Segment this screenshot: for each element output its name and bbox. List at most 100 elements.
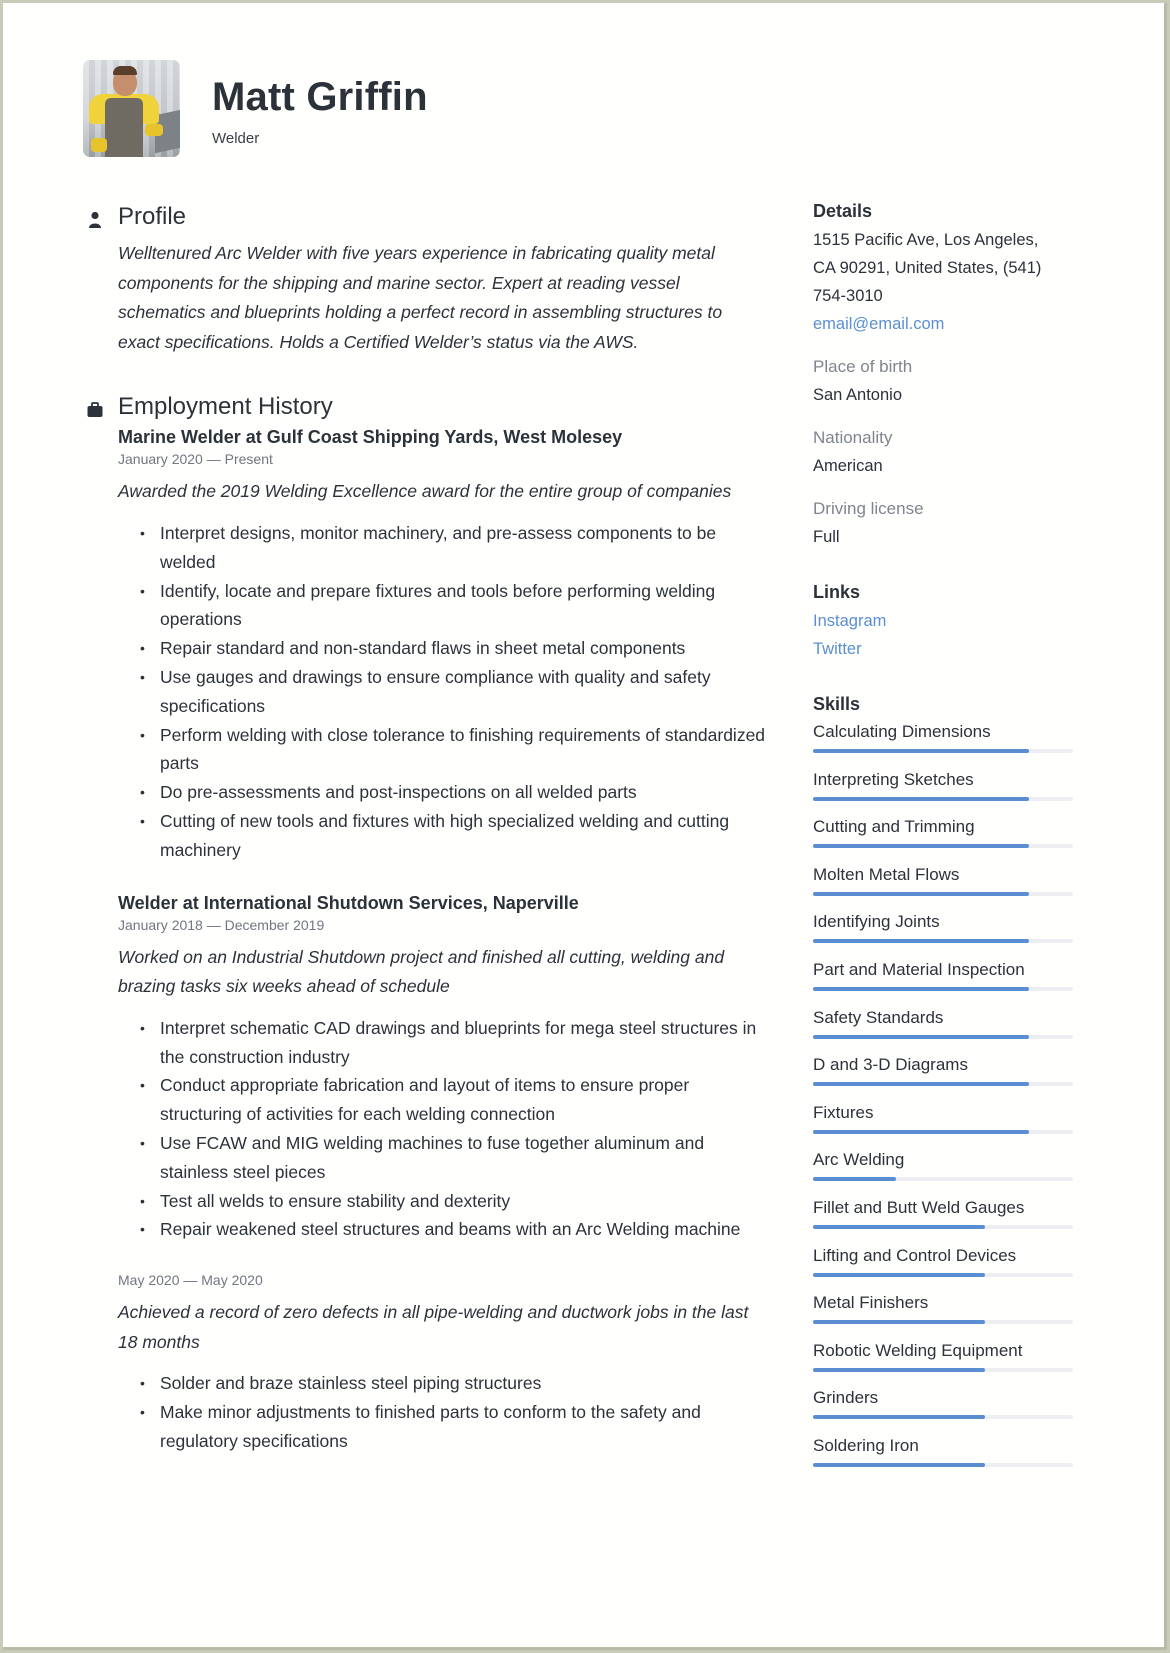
skill-level-fill xyxy=(813,1082,1029,1087)
skill-level-track xyxy=(813,1320,1073,1325)
skill-level-track xyxy=(813,1415,1073,1420)
skill-level-track xyxy=(813,844,1073,849)
skill-item: Fixtures xyxy=(813,1100,1083,1148)
driving-license-value: Full xyxy=(813,528,840,546)
job-bullet: Use FCAW and MIG welding machines to fus… xyxy=(140,1129,767,1187)
skill-item: D and 3-D Diagrams xyxy=(813,1052,1083,1100)
skill-level-fill xyxy=(813,1462,985,1467)
employment-list: Marine Welder at Gulf Coast Shipping Yar… xyxy=(118,427,767,1455)
employment-heading: Employment History xyxy=(118,393,333,421)
nationality-value: American xyxy=(813,457,883,475)
skill-level-fill xyxy=(813,939,1029,944)
nationality-label: Nationality xyxy=(813,428,893,447)
skill-item: Molten Metal Flows xyxy=(813,862,1083,910)
skill-item: Fillet and Butt Weld Gauges xyxy=(813,1195,1083,1243)
skills-heading: Skills xyxy=(813,694,861,714)
skill-name: Cutting and Trimming xyxy=(813,817,975,837)
details-heading: Details xyxy=(813,201,873,221)
skill-level-fill xyxy=(813,891,1029,896)
skill-item: Arc Welding xyxy=(813,1147,1083,1195)
skill-name: Fillet and Butt Weld Gauges xyxy=(813,1197,1025,1217)
skill-level-track xyxy=(813,891,1073,896)
skill-level-fill xyxy=(813,1272,985,1277)
skill-level-track xyxy=(813,986,1073,991)
skill-level-track xyxy=(813,1082,1073,1087)
skill-level-fill xyxy=(813,796,1029,801)
skill-level-track xyxy=(813,1462,1073,1467)
skill-level-fill xyxy=(813,1034,1029,1039)
person-icon xyxy=(89,211,101,228)
job-bullets: Interpret designs, monitor machinery, an… xyxy=(118,519,767,865)
main-column: Profile Welltenured Arc Welder with five… xyxy=(87,203,767,1484)
skill-level-fill xyxy=(813,1129,1029,1134)
skill-level-fill xyxy=(813,986,1029,991)
skill-level-fill xyxy=(813,1177,897,1182)
skill-item: Calculating Dimensions xyxy=(813,719,1083,767)
job-bullet: Make minor adjustments to finished parts… xyxy=(140,1398,767,1456)
skill-item: Identifying Joints xyxy=(813,909,1083,957)
job-bullet: Interpret schematic CAD drawings and blu… xyxy=(140,1014,767,1072)
skills-list: Calculating Dimensions Interpreting Sketc… xyxy=(813,719,1083,1481)
job-summary: Worked on an Industrial Shutdown project… xyxy=(118,946,725,997)
profile-photo xyxy=(83,60,180,157)
skill-item: Metal Finishers xyxy=(813,1290,1083,1338)
skill-name: Part and Material Inspection xyxy=(813,959,1025,979)
candidate-job-title: Welder xyxy=(212,130,260,147)
profile-summary: Welltenured Arc Welder with five years e… xyxy=(118,243,723,352)
resume-page: Matt Griffin Welder Profile Welltenured … xyxy=(3,3,1167,1650)
job-bullet: Repair standard and non-standard flaws i… xyxy=(140,634,767,663)
skill-name: Lifting and Control Devices xyxy=(813,1245,1017,1265)
skill-name: D and 3-D Diagrams xyxy=(813,1055,968,1075)
skill-level-fill xyxy=(813,1367,985,1372)
skill-level-track xyxy=(813,796,1073,801)
profile-heading: Profile xyxy=(118,203,187,230)
skill-name: Arc Welding xyxy=(813,1150,905,1170)
place-of-birth-label: Place of birth xyxy=(813,357,913,376)
job-bullet: Cutting of new tools and fixtures with h… xyxy=(140,807,767,865)
job-bullet: Solder and braze stainless steel piping … xyxy=(140,1369,767,1398)
candidate-name: Matt Griffin xyxy=(212,75,428,119)
job-bullet: Perform welding with close tolerance to … xyxy=(140,721,767,779)
place-of-birth-value: San Antonio xyxy=(813,386,902,404)
skill-name: Soldering Iron xyxy=(813,1435,919,1455)
job-dates: May 2020 — May 2020 xyxy=(118,1272,263,1289)
address-line: CA 90291, United States, (541) xyxy=(813,259,1042,277)
twitter-link[interactable]: Twitter xyxy=(813,635,1083,663)
profile-section-header: Profile xyxy=(87,203,767,237)
driving-license-label: Driving license xyxy=(813,499,924,518)
sidebar: Details 1515 Pacific Ave, Los Angeles, C… xyxy=(813,201,1083,1481)
skill-item: Interpreting Sketches xyxy=(813,767,1083,815)
skill-level-fill xyxy=(813,749,1029,753)
skill-level-track xyxy=(813,939,1073,944)
job-bullet: Use gauges and drawings to ensure compli… xyxy=(140,663,767,721)
job-bullets: Solder and braze stainless steel piping … xyxy=(118,1369,767,1455)
skill-item: Safety Standards xyxy=(813,1005,1083,1053)
skill-item: Part and Material Inspection xyxy=(813,957,1083,1005)
links-heading: Links xyxy=(813,582,861,602)
job-summary: Awarded the 2019 Welding Excellence awar… xyxy=(118,481,732,502)
skill-item: Lifting and Control Devices xyxy=(813,1243,1083,1291)
skill-level-track xyxy=(813,1034,1073,1039)
job-title: Marine Welder at Gulf Coast Shipping Yar… xyxy=(118,427,623,448)
skill-name: Robotic Welding Equipment xyxy=(813,1340,1023,1360)
address-line: 1515 Pacific Ave, Los Angeles, xyxy=(813,231,1039,249)
job-dates: January 2020 — Present xyxy=(118,451,273,468)
skill-level-fill xyxy=(813,844,1029,849)
job-bullet: Conduct appropriate fabrication and layo… xyxy=(140,1071,767,1129)
skill-name: Safety Standards xyxy=(813,1007,944,1027)
address-line: 754-3010 xyxy=(813,287,883,305)
job-bullet: Identify, locate and prepare fixtures an… xyxy=(140,577,767,635)
skill-item: Grinders xyxy=(813,1385,1083,1433)
email-link[interactable]: email@email.com xyxy=(813,310,1083,338)
skill-item: Cutting and Trimming xyxy=(813,814,1083,862)
skill-name: Identifying Joints xyxy=(813,912,940,932)
job-entry: May 2020 — May 2020 Achieved a record of… xyxy=(118,1272,767,1456)
instagram-link[interactable]: Instagram xyxy=(813,607,1083,635)
job-bullet: Repair weakened steel structures and bea… xyxy=(140,1215,767,1244)
job-title: Welder at International Shutdown Service… xyxy=(118,892,579,913)
skill-name: Molten Metal Flows xyxy=(813,864,960,884)
skill-level-track xyxy=(813,1224,1073,1229)
job-summary: Achieved a record of zero defects in all… xyxy=(118,1302,749,1352)
job-dates: January 2018 — December 2019 xyxy=(118,916,325,933)
skill-name: Metal Finishers xyxy=(813,1293,929,1313)
